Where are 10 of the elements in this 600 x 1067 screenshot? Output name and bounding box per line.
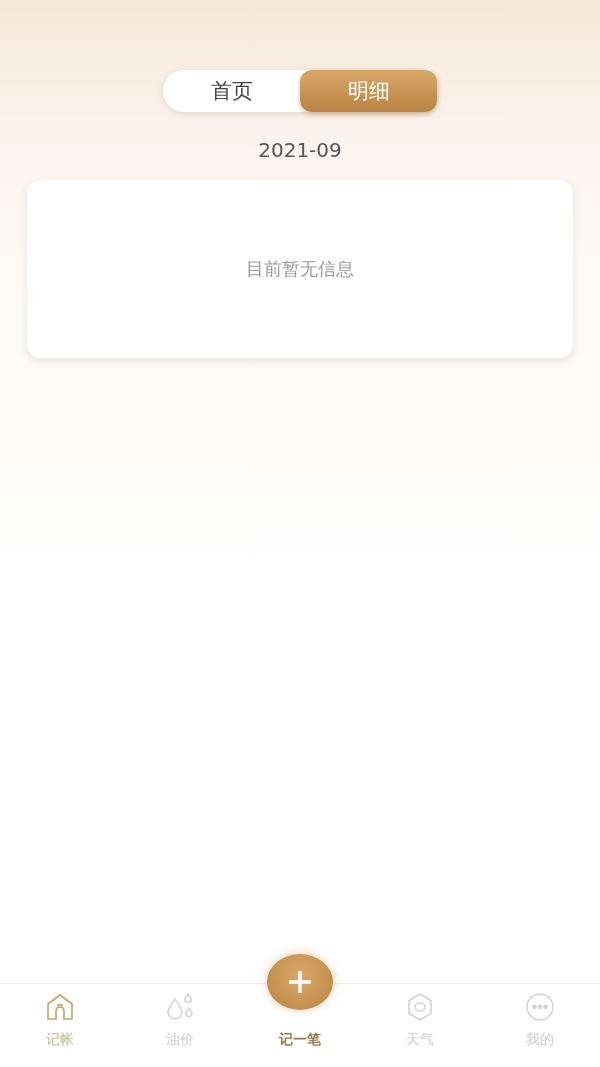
chat-dots-icon [524, 991, 556, 1023]
add-button[interactable] [267, 954, 333, 1010]
month-label[interactable]: 2021-09 [258, 138, 342, 162]
plus-icon [287, 969, 313, 995]
tab[interactable]: 首页 [163, 70, 300, 112]
tab[interactable]: 明细 [300, 70, 437, 112]
nav-label[interactable]: 记一笔 [279, 1031, 321, 1049]
empty-message: 目前暂无信息 [246, 257, 354, 281]
nav-label[interactable]: 记帐 [46, 1031, 74, 1049]
drops-icon [164, 991, 196, 1023]
